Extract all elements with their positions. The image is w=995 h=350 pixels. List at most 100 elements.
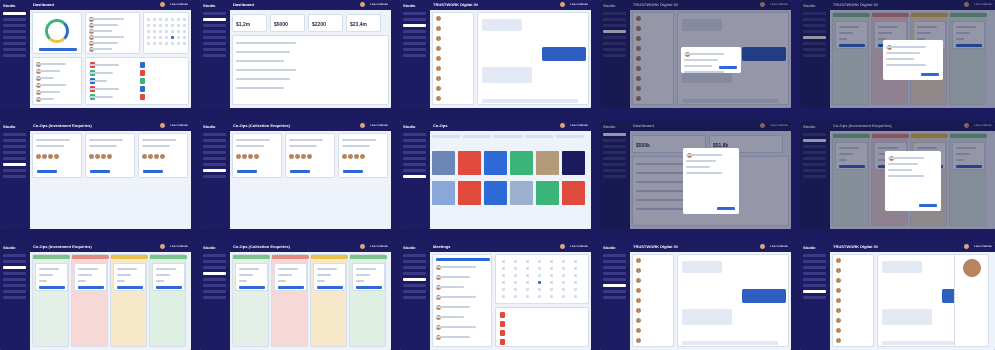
conversation-avatar[interactable] (836, 298, 841, 303)
calendar-day[interactable] (550, 295, 553, 298)
confirm-button[interactable] (918, 204, 937, 207)
calendar-day[interactable] (177, 42, 180, 45)
sidebar-item[interactable] (203, 157, 226, 160)
calendar-day[interactable] (502, 274, 505, 277)
calendar-day[interactable] (177, 18, 180, 21)
confirm-button[interactable] (920, 73, 939, 76)
sidebar-item[interactable] (203, 139, 226, 142)
sidebar-item[interactable] (803, 296, 826, 299)
sidebar-item[interactable] (403, 157, 426, 160)
calendar-day[interactable] (538, 267, 541, 270)
calendar-day[interactable] (526, 295, 529, 298)
filter-tab[interactable] (494, 135, 522, 138)
sidebar-item[interactable] (803, 254, 826, 257)
calendar-day[interactable] (159, 18, 162, 21)
calendar-day[interactable] (514, 295, 517, 298)
conversation-avatar[interactable] (836, 318, 841, 323)
sidebar-item[interactable] (3, 48, 26, 51)
calendar-day[interactable] (514, 260, 517, 263)
calendar-day[interactable] (526, 288, 529, 291)
sidebar-item[interactable] (803, 260, 826, 263)
calendar-day[interactable] (538, 260, 541, 263)
sidebar-item[interactable] (403, 145, 426, 148)
calendar-day[interactable] (165, 18, 168, 21)
calendar-day[interactable] (514, 288, 517, 291)
calendar-day[interactable] (177, 30, 180, 33)
sidebar-item[interactable] (403, 54, 426, 57)
sidebar-item[interactable] (403, 139, 426, 142)
card-action-button[interactable] (278, 286, 304, 289)
calendar-day[interactable] (171, 24, 174, 27)
conversation-avatar[interactable] (636, 328, 641, 333)
conversation-avatar[interactable] (636, 318, 641, 323)
file-icon[interactable] (140, 70, 145, 76)
calendar-day[interactable] (147, 30, 150, 33)
calendar-day[interactable] (526, 267, 529, 270)
sidebar-item[interactable] (3, 24, 26, 27)
card-action-button[interactable] (39, 286, 65, 289)
sidebar-item[interactable] (203, 175, 226, 178)
sidebar-item[interactable] (603, 254, 626, 257)
user-avatar[interactable] (360, 123, 365, 128)
calendar-day[interactable] (562, 288, 565, 291)
sidebar-item[interactable] (203, 266, 226, 269)
calendar-day[interactable] (550, 274, 553, 277)
file-thumbnail[interactable] (536, 181, 559, 205)
view-button[interactable] (343, 170, 363, 173)
view-button[interactable] (90, 170, 110, 173)
calendar-day[interactable] (159, 30, 162, 33)
file-icon[interactable] (140, 86, 145, 92)
calendar-day[interactable] (159, 24, 162, 27)
sidebar-item[interactable] (3, 163, 26, 166)
sidebar-item[interactable] (3, 42, 26, 45)
calendar-day[interactable] (526, 281, 529, 284)
user-avatar[interactable] (160, 123, 165, 128)
sidebar-item[interactable] (403, 48, 426, 51)
sidebar-item[interactable] (3, 175, 26, 178)
file-thumbnail[interactable] (458, 151, 481, 175)
sidebar-item[interactable] (203, 48, 226, 51)
calendar-day[interactable] (171, 18, 174, 21)
file-thumbnail[interactable] (562, 181, 585, 205)
coop-card[interactable] (85, 133, 135, 178)
conversation-avatar[interactable] (636, 268, 641, 273)
calendar-day[interactable] (502, 281, 505, 284)
card-action-button[interactable] (156, 286, 182, 289)
sidebar-item[interactable] (803, 290, 826, 293)
conversation-avatar[interactable] (636, 288, 641, 293)
sidebar-item[interactable] (203, 151, 226, 154)
sidebar-item[interactable] (403, 296, 426, 299)
calendar-day[interactable] (502, 295, 505, 298)
confirm-button[interactable] (718, 66, 737, 69)
calendar-day[interactable] (153, 30, 156, 33)
card-action-button[interactable] (356, 286, 382, 289)
kanban-card[interactable] (313, 263, 346, 291)
conversation-avatar[interactable] (636, 308, 641, 313)
conversation-avatar[interactable] (636, 298, 641, 303)
file-thumbnail[interactable] (484, 181, 507, 205)
sidebar-item[interactable] (403, 272, 426, 275)
kanban-card[interactable] (74, 263, 107, 291)
file-thumbnail[interactable] (536, 151, 559, 175)
sidebar-item[interactable] (203, 145, 226, 148)
sidebar-item[interactable] (3, 284, 26, 287)
sidebar-item[interactable] (603, 290, 626, 293)
sidebar-item[interactable] (3, 133, 26, 136)
sidebar-item[interactable] (803, 278, 826, 281)
coop-card[interactable] (138, 133, 188, 178)
sidebar-item[interactable] (403, 30, 426, 33)
sidebar-item[interactable] (403, 42, 426, 45)
sidebar-item[interactable] (203, 24, 226, 27)
conversation-avatar[interactable] (836, 268, 841, 273)
sidebar-item[interactable] (403, 169, 426, 172)
calendar-day[interactable] (159, 42, 162, 45)
user-avatar[interactable] (964, 244, 969, 249)
sidebar-item[interactable] (203, 42, 226, 45)
sidebar-item[interactable] (203, 12, 226, 15)
sidebar-item[interactable] (803, 266, 826, 269)
sidebar-item[interactable] (3, 145, 26, 148)
conversation-avatar[interactable] (836, 308, 841, 313)
conversation-avatar[interactable] (436, 96, 441, 101)
sidebar-item[interactable] (403, 18, 426, 21)
calendar-day[interactable] (171, 42, 174, 45)
